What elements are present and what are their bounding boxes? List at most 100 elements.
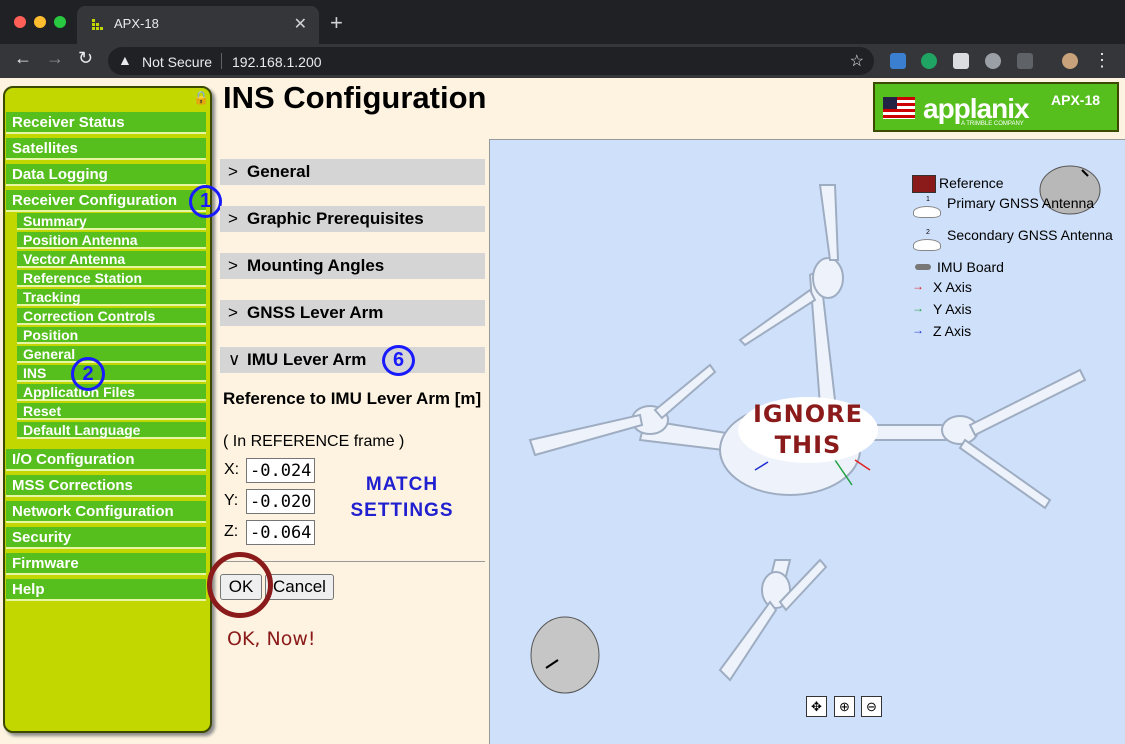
section-label: Mounting Angles: [247, 256, 385, 275]
tab-title: APX-18: [114, 16, 159, 31]
reload-icon[interactable]: ↻: [78, 48, 93, 69]
step-marker-6: 6: [382, 345, 415, 376]
section-label: GNSS Lever Arm: [247, 303, 384, 322]
nav-satellites[interactable]: Satellites: [6, 138, 206, 160]
subnav-reference-station[interactable]: Reference Station: [17, 270, 206, 287]
nav-data-logging[interactable]: Data Logging: [6, 164, 206, 186]
url-text[interactable]: 192.168.1.200: [232, 54, 322, 70]
nav-help[interactable]: Help: [6, 579, 206, 601]
primary-antenna-icon: [913, 206, 941, 218]
section-graphic-prerequisites[interactable]: > Graphic Prerequisites: [220, 206, 485, 232]
chevron-right-icon: >: [228, 209, 238, 228]
device-model: APX-18: [1051, 92, 1101, 108]
legend-primary-antenna: Primary GNSS Antenna: [947, 195, 1095, 211]
reference-swatch: [912, 175, 936, 193]
subnav-summary[interactable]: Summary: [17, 213, 206, 230]
ok-highlight-circle: [207, 552, 273, 618]
chevron-right-icon: >: [228, 162, 238, 181]
browser-tab[interactable]: APX-18 ✕: [77, 6, 319, 44]
zoom-in-icon[interactable]: ⊕: [834, 696, 855, 717]
pan-icon[interactable]: ✥: [806, 696, 827, 717]
section-mounting-angles[interactable]: > Mounting Angles: [220, 253, 485, 279]
settings-line: SETTINGS: [350, 500, 454, 521]
frame-note: ( In REFERENCE frame ): [223, 433, 405, 450]
page-title: INS Configuration: [223, 80, 487, 115]
nav-io-configuration[interactable]: I/O Configuration: [6, 449, 206, 471]
subnav-general[interactable]: General: [17, 346, 206, 363]
minimize-window-button[interactable]: [34, 16, 46, 28]
subnav-reset[interactable]: Reset: [17, 403, 206, 420]
z-axis-arrow-icon: →: [912, 323, 924, 337]
x-input[interactable]: [246, 458, 315, 483]
chevron-right-icon: >: [228, 256, 238, 275]
nav-receiver-status[interactable]: Receiver Status: [6, 112, 206, 134]
subnav-correction-controls[interactable]: Correction Controls: [17, 308, 206, 325]
legend-reference: Reference: [939, 175, 1004, 191]
match-line: MATCH: [365, 474, 439, 495]
z-label: Z:: [224, 523, 239, 540]
y-axis-arrow-icon: →: [912, 301, 924, 315]
subnav-vector-antenna[interactable]: Vector Antenna: [17, 251, 206, 268]
ignore-line: IGNORE: [753, 400, 863, 428]
chevron-right-icon: >: [228, 303, 238, 322]
chevron-down-icon: ∨: [228, 350, 241, 369]
legend-z-axis: Z Axis: [933, 323, 972, 339]
forward-icon[interactable]: →: [46, 48, 64, 69]
y-label: Y:: [224, 492, 239, 509]
back-icon[interactable]: ←: [14, 48, 32, 69]
nav-network-configuration[interactable]: Network Configuration: [6, 501, 206, 523]
maximize-window-button[interactable]: [54, 16, 66, 28]
zoom-out-icon[interactable]: ⊖: [861, 696, 882, 717]
address-bar[interactable]: ▲ Not Secure 192.168.1.200 ☆: [108, 47, 874, 75]
section-label: Graphic Prerequisites: [247, 209, 424, 228]
applanix-logo: applanix A TRIMBLE COMPANY APX-18: [873, 82, 1119, 132]
legend-secondary-number: 2: [926, 229, 930, 236]
nav-security[interactable]: Security: [6, 527, 206, 549]
browser-menu-icon[interactable]: ⋮: [1093, 50, 1111, 71]
subnav-default-language[interactable]: Default Language: [17, 422, 206, 439]
ignore-this-annotation: IGNORE THIS: [738, 397, 878, 463]
this-line: THIS: [774, 431, 842, 459]
extension-green-icon[interactable]: [921, 53, 937, 69]
bookmark-star-icon[interactable]: ☆: [850, 51, 864, 71]
nav-mss-corrections[interactable]: MSS Corrections: [6, 475, 206, 497]
step-marker-2: 2: [71, 357, 105, 391]
legend-y-axis: Y Axis: [933, 301, 972, 317]
legend-imu-board: IMU Board: [937, 259, 1004, 275]
profile-avatar[interactable]: [1062, 53, 1078, 69]
section-imu-lever-arm[interactable]: ∨ IMU Lever Arm: [220, 347, 485, 373]
close-window-button[interactable]: [14, 16, 26, 28]
extension-shield-icon[interactable]: [890, 53, 906, 69]
lever-arm-title: Reference to IMU Lever Arm [m]: [223, 389, 482, 408]
step-marker-1: 1: [189, 185, 222, 218]
cancel-button[interactable]: Cancel: [265, 574, 334, 600]
subnav-tracking[interactable]: Tracking: [17, 289, 206, 306]
tab-close-icon[interactable]: ✕: [294, 14, 307, 34]
z-input[interactable]: [246, 520, 315, 545]
y-input[interactable]: [246, 489, 315, 514]
nav-firmware[interactable]: Firmware: [6, 553, 206, 575]
subnav-position-antenna[interactable]: Position Antenna: [17, 232, 206, 249]
new-tab-button[interactable]: +: [330, 10, 343, 36]
section-label: General: [247, 162, 311, 181]
legend-secondary-antenna: Secondary GNSS Antenna: [947, 227, 1113, 243]
us-flag-icon: [883, 97, 915, 119]
ok-now-annotation: OK, Now!: [227, 628, 316, 650]
extension-ghost-icon[interactable]: [985, 53, 1001, 69]
section-general[interactable]: > General: [220, 159, 485, 185]
subnav-application-files[interactable]: Application Files: [17, 384, 206, 401]
favicon-icon: [92, 19, 103, 30]
extension-trash-icon[interactable]: [1017, 53, 1033, 69]
security-label: Not Secure: [142, 54, 213, 70]
legend-x-axis: X Axis: [933, 279, 972, 295]
subnav-ins[interactable]: INS: [17, 365, 206, 382]
subnav-position[interactable]: Position: [17, 327, 206, 344]
extension-cast-icon[interactable]: [953, 53, 969, 69]
x-axis-arrow-icon: →: [912, 279, 924, 293]
nav-receiver-configuration[interactable]: Receiver Configuration: [6, 190, 206, 212]
address-divider: [221, 53, 222, 69]
section-gnss-lever-arm[interactable]: > GNSS Lever Arm: [220, 300, 485, 326]
browser-toolbar: ← → ↻ ▲ Not Secure 192.168.1.200 ☆ ⋮: [0, 44, 1125, 78]
window-controls: [14, 15, 74, 33]
browser-tab-bar: APX-18 ✕ +: [0, 0, 1125, 44]
